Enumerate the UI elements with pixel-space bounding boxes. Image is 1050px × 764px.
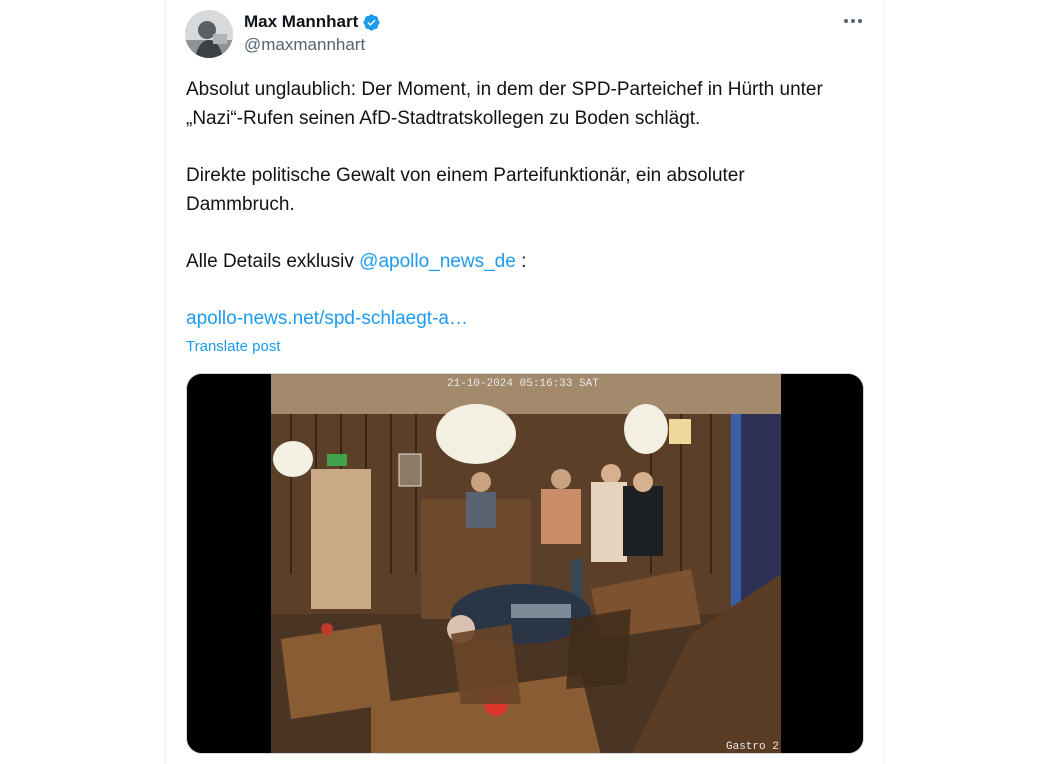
article-link[interactable]: apollo-news.net/spd-schlaegt-a… xyxy=(186,308,468,329)
tweet-media[interactable]: 21-10-2024 05:16:33 SAT Gastro 2 xyxy=(186,373,864,754)
author-name[interactable]: Max Mannhart xyxy=(244,12,358,32)
paragraph-3-suffix: : xyxy=(515,251,527,272)
verified-badge-icon xyxy=(363,13,380,31)
author-avatar[interactable] xyxy=(185,10,233,58)
tweet-paragraph-3: Alle Details exklusiv @apollo_news_de : xyxy=(186,247,856,276)
camera-label-overlay: Gastro 2 xyxy=(726,741,779,753)
tweet-paragraph-2: Direkte politische Gewalt von einem Part… xyxy=(186,165,745,215)
author-handle[interactable]: @maxmannhart xyxy=(244,35,381,55)
translate-post-link[interactable]: Translate post xyxy=(186,338,281,355)
paragraph-3-prefix: Alle Details exklusiv xyxy=(186,251,360,272)
more-options-icon[interactable] xyxy=(838,10,868,32)
mention-link[interactable]: @apollo_news_de xyxy=(359,251,516,272)
tweet-paragraph-1: Absolut unglaublich: Der Moment, in dem … xyxy=(186,79,823,129)
surveillance-video-still: 21-10-2024 05:16:33 SAT Gastro 2 xyxy=(187,374,863,753)
tweet-text: Absolut unglaublich: Der Moment, in dem … xyxy=(186,75,856,333)
video-timestamp-overlay: 21-10-2024 05:16:33 SAT xyxy=(447,378,599,390)
